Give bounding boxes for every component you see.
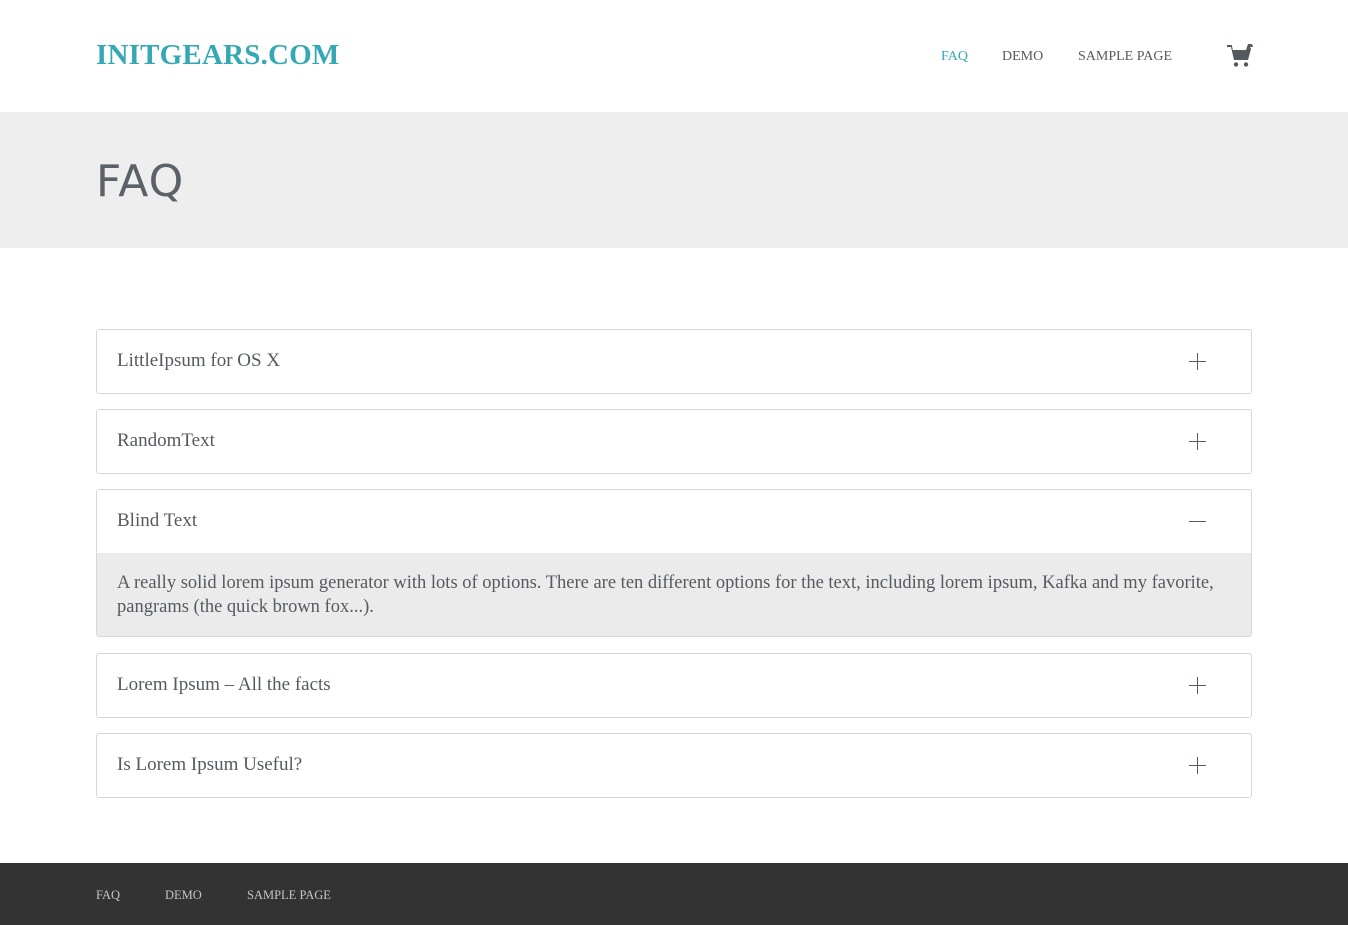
faq-question: LittleIpsum for OS X xyxy=(117,350,281,371)
footer-link-sample-page[interactable]: SAMPLE PAGE xyxy=(247,888,331,903)
plus-icon[interactable] xyxy=(1189,757,1207,775)
faq-question-row[interactable]: Blind Text xyxy=(97,490,1251,553)
nav-item-sample-page[interactable]: SAMPLE PAGE xyxy=(1078,49,1172,65)
nav-item-faq[interactable]: FAQ xyxy=(941,49,968,65)
page-hero: FAQ xyxy=(0,112,1348,248)
faq-item-expanded[interactable]: Blind Text A really solid lorem ipsum ge… xyxy=(96,489,1252,637)
plus-icon[interactable] xyxy=(1189,677,1207,695)
faq-question: Lorem Ipsum – All the facts xyxy=(117,674,331,695)
minus-icon[interactable] xyxy=(1189,513,1207,531)
faq-item[interactable]: RandomText xyxy=(96,409,1252,474)
plus-icon[interactable] xyxy=(1189,433,1207,451)
footer-link-demo[interactable]: DEMO xyxy=(165,888,202,903)
faq-item[interactable]: Is Lorem Ipsum Useful? xyxy=(96,733,1252,798)
footer-link-faq[interactable]: FAQ xyxy=(96,888,120,903)
faq-question: Is Lorem Ipsum Useful? xyxy=(117,754,303,775)
main-nav: FAQ DEMO SAMPLE PAGE xyxy=(0,49,1348,69)
faq-item[interactable]: LittleIpsum for OS X xyxy=(96,329,1252,394)
faq-question-row[interactable]: Is Lorem Ipsum Useful? xyxy=(97,734,1251,797)
faq-question: Blind Text xyxy=(117,510,198,531)
faq-question: RandomText xyxy=(117,430,215,451)
faq-question-row[interactable]: LittleIpsum for OS X xyxy=(97,330,1251,393)
cart-icon[interactable] xyxy=(1226,43,1253,70)
page-title: FAQ xyxy=(96,156,185,207)
faq-question-row[interactable]: Lorem Ipsum – All the facts xyxy=(97,654,1251,717)
faq-question-row[interactable]: RandomText xyxy=(97,410,1251,473)
site-footer: FAQ DEMO SAMPLE PAGE xyxy=(0,863,1348,925)
nav-item-demo[interactable]: DEMO xyxy=(1002,49,1043,65)
faq-item[interactable]: Lorem Ipsum – All the facts xyxy=(96,653,1252,718)
faq-answer: A really solid lorem ipsum generator wit… xyxy=(97,553,1251,636)
plus-icon[interactable] xyxy=(1189,353,1207,371)
site-header: INITGEARS.COM FAQ DEMO SAMPLE PAGE xyxy=(0,0,1348,112)
